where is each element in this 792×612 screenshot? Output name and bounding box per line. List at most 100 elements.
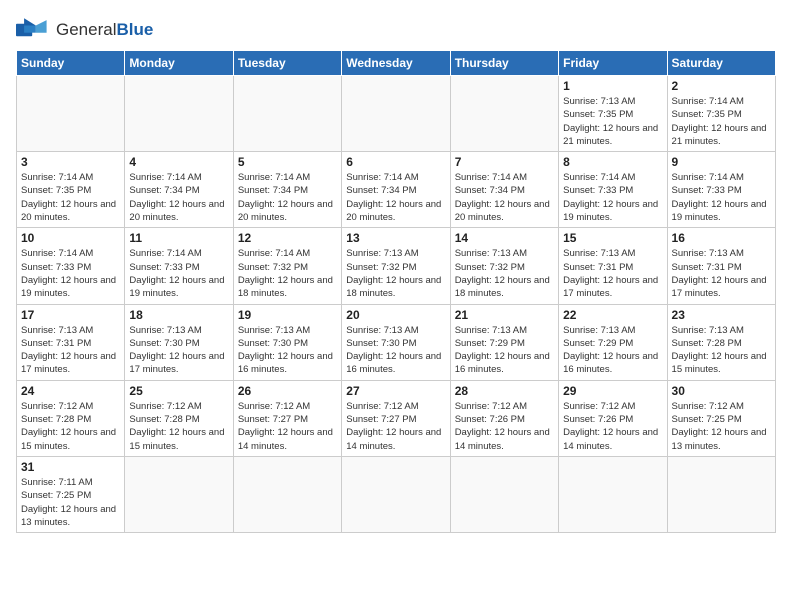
calendar-cell: 2Sunrise: 7:14 AM Sunset: 7:35 PM Daylig… [667,76,775,152]
calendar-cell: 9 Sunrise: 7:14 AM Sunset: 7:33 PM Daylig… [667,152,775,228]
day-number: 21 [455,308,554,322]
calendar-cell [233,456,341,532]
day-info: Sunrise: 7:14 AM Sunset: 7:32 PM Dayligh… [238,247,337,300]
day-number: 24 [21,384,120,398]
day-number: 14 [455,231,554,245]
day-number: 3 [21,155,120,169]
week-row-1: 3 Sunrise: 7:14 AM Sunset: 7:35 PM Daylig… [17,152,776,228]
logo: GeneralBlue [16,16,153,44]
weekday-header-sunday: Sunday [17,51,125,76]
day-info: Sunrise: 7:14 AM Sunset: 7:34 PM Dayligh… [455,171,554,224]
page: GeneralBlue SundayMondayTuesdayWednesday… [0,0,792,612]
day-number: 5 [238,155,337,169]
calendar-cell: 31 Sunrise: 7:11 AM Sunset: 7:25 PM Dayli… [17,456,125,532]
calendar-cell: 14 Sunrise: 7:13 AM Sunset: 7:32 PM Dayli… [450,228,558,304]
calendar-cell: 27Sunrise: 7:12 AM Sunset: 7:27 PM Dayli… [342,380,450,456]
calendar-cell: 16Sunrise: 7:13 AM Sunset: 7:31 PM Dayli… [667,228,775,304]
day-info: Sunrise: 7:12 AM Sunset: 7:25 PM Dayligh… [672,400,771,453]
day-number: 27 [346,384,445,398]
day-number: 22 [563,308,662,322]
day-number: 30 [672,384,771,398]
calendar-cell: 4 Sunrise: 7:14 AM Sunset: 7:34 PM Daylig… [125,152,233,228]
day-number: 23 [672,308,771,322]
day-number: 11 [129,231,228,245]
calendar-cell [559,456,667,532]
day-info: Sunrise: 7:14 AM Sunset: 7:34 PM Dayligh… [129,171,228,224]
day-info: Sunrise: 7:13 AM Sunset: 7:31 PM Dayligh… [672,247,771,300]
weekday-header-monday: Monday [125,51,233,76]
day-number: 31 [21,460,120,474]
week-row-5: 31 Sunrise: 7:11 AM Sunset: 7:25 PM Dayli… [17,456,776,532]
day-info: Sunrise: 7:13 AM Sunset: 7:30 PM Dayligh… [238,324,337,377]
day-number: 12 [238,231,337,245]
week-row-2: 10 Sunrise: 7:14 AM Sunset: 7:33 PM Dayli… [17,228,776,304]
calendar-cell: 15Sunrise: 7:13 AM Sunset: 7:31 PM Dayli… [559,228,667,304]
calendar-cell: 6 Sunrise: 7:14 AM Sunset: 7:34 PM Daylig… [342,152,450,228]
calendar-cell [342,456,450,532]
day-info: Sunrise: 7:14 AM Sunset: 7:33 PM Dayligh… [672,171,771,224]
calendar-cell: 25 Sunrise: 7:12 AM Sunset: 7:28 PM Dayli… [125,380,233,456]
day-number: 17 [21,308,120,322]
day-number: 10 [21,231,120,245]
day-number: 18 [129,308,228,322]
weekday-header-thursday: Thursday [450,51,558,76]
calendar-cell [125,76,233,152]
day-info: Sunrise: 7:13 AM Sunset: 7:30 PM Dayligh… [346,324,445,377]
day-info: Sunrise: 7:14 AM Sunset: 7:35 PM Dayligh… [672,95,771,148]
day-number: 8 [563,155,662,169]
calendar-cell: 17 Sunrise: 7:13 AM Sunset: 7:31 PM Dayli… [17,304,125,380]
calendar-cell: 20 Sunrise: 7:13 AM Sunset: 7:30 PM Dayli… [342,304,450,380]
calendar-cell: 3 Sunrise: 7:14 AM Sunset: 7:35 PM Daylig… [17,152,125,228]
day-number: 9 [672,155,771,169]
day-info: Sunrise: 7:13 AM Sunset: 7:29 PM Dayligh… [455,324,554,377]
day-info: Sunrise: 7:13 AM Sunset: 7:31 PM Dayligh… [563,247,662,300]
day-info: Sunrise: 7:11 AM Sunset: 7:25 PM Dayligh… [21,476,120,529]
week-row-0: 1Sunrise: 7:13 AM Sunset: 7:35 PM Daylig… [17,76,776,152]
calendar-cell [667,456,775,532]
calendar-cell [17,76,125,152]
day-info: Sunrise: 7:14 AM Sunset: 7:33 PM Dayligh… [129,247,228,300]
weekday-header-friday: Friday [559,51,667,76]
calendar-cell: 29Sunrise: 7:12 AM Sunset: 7:26 PM Dayli… [559,380,667,456]
weekday-header-wednesday: Wednesday [342,51,450,76]
calendar-cell: 24 Sunrise: 7:12 AM Sunset: 7:28 PM Dayli… [17,380,125,456]
day-info: Sunrise: 7:14 AM Sunset: 7:34 PM Dayligh… [346,171,445,224]
calendar-table: SundayMondayTuesdayWednesdayThursdayFrid… [16,50,776,533]
calendar-cell: 23Sunrise: 7:13 AM Sunset: 7:28 PM Dayli… [667,304,775,380]
day-number: 13 [346,231,445,245]
calendar-cell: 28Sunrise: 7:12 AM Sunset: 7:26 PM Dayli… [450,380,558,456]
day-info: Sunrise: 7:14 AM Sunset: 7:35 PM Dayligh… [21,171,120,224]
calendar-cell: 5Sunrise: 7:14 AM Sunset: 7:34 PM Daylig… [233,152,341,228]
calendar-cell: 18 Sunrise: 7:13 AM Sunset: 7:30 PM Dayli… [125,304,233,380]
day-number: 7 [455,155,554,169]
calendar-cell: 26Sunrise: 7:12 AM Sunset: 7:27 PM Dayli… [233,380,341,456]
day-info: Sunrise: 7:13 AM Sunset: 7:29 PM Dayligh… [563,324,662,377]
day-number: 25 [129,384,228,398]
calendar-cell [233,76,341,152]
day-info: Sunrise: 7:14 AM Sunset: 7:33 PM Dayligh… [21,247,120,300]
day-number: 19 [238,308,337,322]
day-number: 4 [129,155,228,169]
day-info: Sunrise: 7:13 AM Sunset: 7:32 PM Dayligh… [346,247,445,300]
weekday-header-row: SundayMondayTuesdayWednesdayThursdayFrid… [17,51,776,76]
calendar-cell: 10 Sunrise: 7:14 AM Sunset: 7:33 PM Dayli… [17,228,125,304]
day-info: Sunrise: 7:14 AM Sunset: 7:33 PM Dayligh… [563,171,662,224]
calendar-cell [450,456,558,532]
day-info: Sunrise: 7:13 AM Sunset: 7:31 PM Dayligh… [21,324,120,377]
day-info: Sunrise: 7:12 AM Sunset: 7:26 PM Dayligh… [455,400,554,453]
header: GeneralBlue [16,16,776,44]
calendar-cell [342,76,450,152]
day-info: Sunrise: 7:12 AM Sunset: 7:28 PM Dayligh… [129,400,228,453]
day-info: Sunrise: 7:12 AM Sunset: 7:28 PM Dayligh… [21,400,120,453]
day-number: 26 [238,384,337,398]
weekday-header-saturday: Saturday [667,51,775,76]
day-info: Sunrise: 7:13 AM Sunset: 7:35 PM Dayligh… [563,95,662,148]
calendar-cell [450,76,558,152]
day-number: 20 [346,308,445,322]
day-number: 6 [346,155,445,169]
logo-icon [16,16,52,44]
week-row-3: 17 Sunrise: 7:13 AM Sunset: 7:31 PM Dayli… [17,304,776,380]
calendar-cell: 11 Sunrise: 7:14 AM Sunset: 7:33 PM Dayli… [125,228,233,304]
day-info: Sunrise: 7:13 AM Sunset: 7:32 PM Dayligh… [455,247,554,300]
day-info: Sunrise: 7:13 AM Sunset: 7:30 PM Dayligh… [129,324,228,377]
